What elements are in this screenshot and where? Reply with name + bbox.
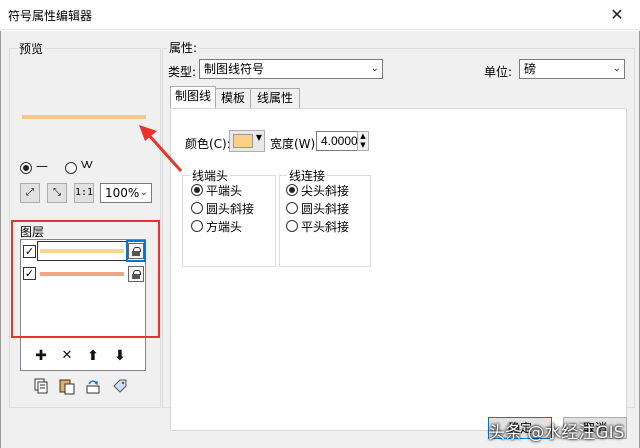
tab-line-properties[interactable]: 线属性 xyxy=(250,88,300,108)
tab-panel-cartographic-line: 颜色(C): ▼ 宽度(W): ▲ ▼ 线端头 平端头 圆头斜接 方端头 线连接… xyxy=(170,108,627,431)
spin-up-icon[interactable]: ▲ xyxy=(358,132,368,141)
tag-icon[interactable] xyxy=(111,377,129,395)
cap-round-radio[interactable] xyxy=(191,202,203,214)
preview-line-sample xyxy=(22,115,146,119)
zoom-fit-button[interactable]: ⤢ xyxy=(20,183,40,203)
width-input[interactable] xyxy=(316,131,358,151)
unit-select[interactable]: 磅 ⌄ xyxy=(519,59,625,79)
zoom-select[interactable]: 100% ⌄ xyxy=(100,183,152,203)
close-icon[interactable]: ✕ xyxy=(594,0,640,30)
properties-group-label: 属性: xyxy=(167,39,200,56)
paste-icon[interactable] xyxy=(58,377,76,395)
type-value: 制图线符号 xyxy=(204,62,265,76)
move-layer-up-button[interactable]: ⬆ xyxy=(84,347,102,365)
unit-label: 单位: xyxy=(484,65,513,79)
dialog-client: 预览 — VV ⤢ ⤡ 1:1 100% ⌄ 图层 ✓ ✓ ✚ ✕ ⬆ ⬇ 属性… xyxy=(0,31,640,448)
preview-mode-line-radio[interactable] xyxy=(20,162,32,174)
width-spinner[interactable]: ▲ ▼ xyxy=(357,131,369,151)
zoom-expand-button[interactable]: ⤡ xyxy=(47,183,67,203)
unit-value: 磅 xyxy=(524,62,537,76)
join-round-radio[interactable] xyxy=(286,202,298,214)
chevron-down-icon: ⌄ xyxy=(612,63,621,74)
tab-template[interactable]: 模板 xyxy=(215,88,251,108)
chevron-down-icon: ⌄ xyxy=(370,63,379,74)
join-round-label: 圆头斜接 xyxy=(301,202,350,216)
preview-mode-line-icon: — xyxy=(36,159,48,173)
cap-flat-label: 平端头 xyxy=(206,184,243,198)
move-layer-down-button[interactable]: ⬇ xyxy=(111,347,129,365)
zoom-value: 100% xyxy=(105,186,140,200)
preview-mode-wave-icon: VV xyxy=(81,160,93,171)
color-picker-button[interactable]: ▼ xyxy=(229,130,265,152)
title-bar: 符号属性编辑器 ✕ xyxy=(0,0,640,30)
zoom-actual-button[interactable]: 1:1 xyxy=(74,183,94,203)
type-label: 类型: xyxy=(168,65,197,79)
preview-mode-wave-radio[interactable] xyxy=(65,162,77,174)
join-bevel-label: 平头斜接 xyxy=(301,220,350,234)
add-layer-button[interactable]: ✚ xyxy=(32,347,50,365)
annotation-highlight-box xyxy=(11,220,160,338)
cap-flat-radio[interactable] xyxy=(191,184,203,196)
delete-layer-button[interactable]: ✕ xyxy=(58,347,76,365)
type-select[interactable]: 制图线符号 ⌄ xyxy=(199,59,383,79)
window-title: 符号属性编辑器 xyxy=(8,9,93,23)
join-bevel-radio[interactable] xyxy=(286,220,298,232)
cap-round-label: 圆头斜接 xyxy=(206,202,255,216)
tab-cartographic-line[interactable]: 制图线 xyxy=(170,86,216,108)
join-miter-label: 尖头斜接 xyxy=(301,184,350,198)
cap-square-label: 方端头 xyxy=(206,220,243,234)
chevron-down-icon: ▼ xyxy=(255,133,262,142)
width-label: 宽度(W): xyxy=(270,137,320,151)
reset-icon[interactable] xyxy=(84,377,102,395)
color-label: 颜色(C): xyxy=(185,137,231,151)
copy-icon[interactable] xyxy=(32,377,50,395)
chevron-down-icon: ⌄ xyxy=(139,187,148,198)
cap-square-radio[interactable] xyxy=(191,220,203,232)
watermark-text: 头条 @水经注GIS xyxy=(488,423,625,443)
join-miter-radio[interactable] xyxy=(286,184,298,196)
annotation-arrow xyxy=(139,125,183,173)
spin-down-icon[interactable]: ▼ xyxy=(358,141,368,150)
property-tabs: 制图线 模板 线属性 xyxy=(170,86,470,108)
color-swatch xyxy=(233,134,253,148)
